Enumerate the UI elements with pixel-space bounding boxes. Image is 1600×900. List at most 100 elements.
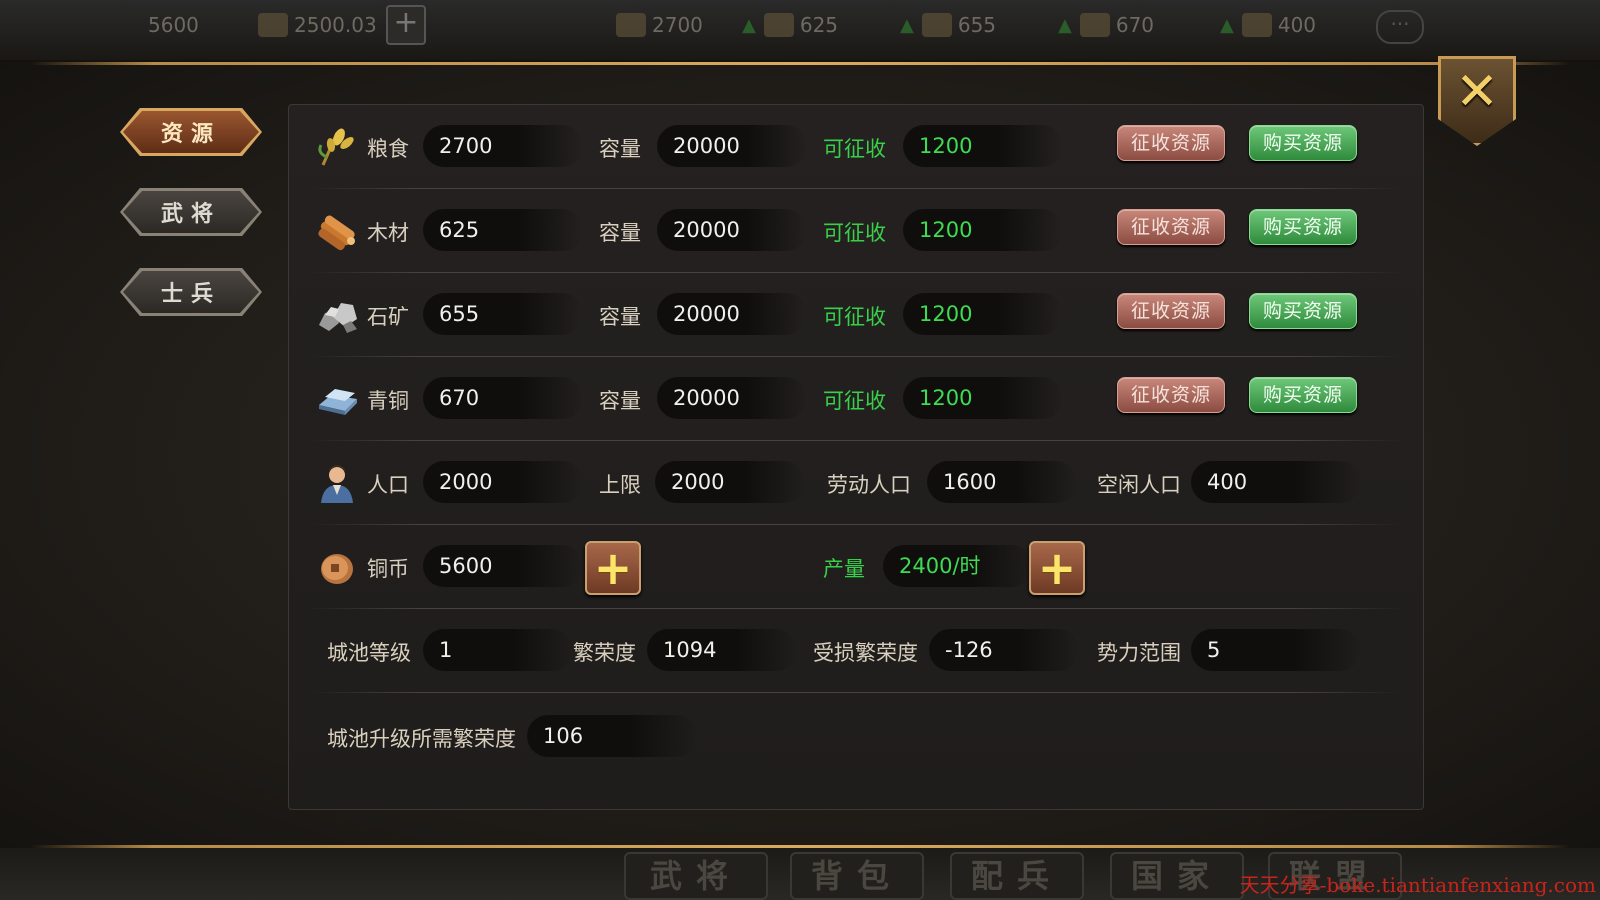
up-arrow-icon: ▲	[900, 14, 914, 36]
topbar-gold-value: 2500.03	[294, 13, 377, 37]
coin-row: 铜币 5600 + 产量 2400/时 +	[289, 525, 1423, 609]
resource-amount: 2700	[423, 125, 583, 167]
wood-icon	[763, 13, 794, 37]
gold-icon	[258, 13, 288, 37]
range-value: 5	[1191, 629, 1361, 671]
up-arrow-icon: ▲	[1220, 14, 1234, 36]
bottom-nav-bag[interactable]: 背包	[790, 852, 924, 900]
buy-resource-button[interactable]: 购买资源	[1249, 293, 1357, 329]
close-icon: ✕	[1455, 62, 1499, 122]
resource-name: 木材	[367, 221, 409, 245]
city-level-label: 城池等级	[327, 641, 411, 665]
collectable-label: 可征收	[823, 221, 886, 245]
watermark: 天天分享-boke.tiantianfenxiang.com	[1239, 873, 1596, 897]
capacity-value: 20000	[657, 293, 807, 335]
collect-resource-button[interactable]: 征收资源	[1117, 293, 1225, 329]
wood-icon	[318, 215, 355, 251]
topbar-wood: ▲ 625	[742, 10, 838, 40]
output-label: 产量	[823, 557, 865, 581]
limit-label: 上限	[599, 473, 641, 497]
topbar-population-value: 400	[1277, 13, 1317, 37]
topbar-food-value: 2700	[652, 13, 703, 37]
topbar-add[interactable]: +	[386, 5, 426, 45]
coin-icon	[321, 554, 353, 584]
upgrade-row: 城池升级所需繁荣度 106	[289, 695, 1423, 779]
bottom-nav-troops[interactable]: 配兵	[950, 852, 1084, 900]
grain-icon	[616, 13, 646, 37]
damaged-prosperity-value: -126	[929, 629, 1079, 671]
city-row: 城池等级 1 繁荣度 1094 受损繁荣度 -126 势力范围 5	[289, 609, 1423, 693]
city-level-value: 1	[423, 629, 573, 671]
collectable-value: 1200	[903, 125, 1063, 167]
collectable-label: 可征收	[823, 389, 886, 413]
plus-icon: +	[1037, 541, 1077, 595]
capacity-label: 容量	[599, 389, 641, 413]
resource-name: 粮食	[367, 137, 409, 161]
topbar-population: ▲ 400	[1220, 10, 1316, 40]
capacity-value: 20000	[657, 209, 807, 251]
add-output-button[interactable]: +	[1029, 541, 1085, 595]
tab-resources[interactable]: 资源	[120, 108, 262, 156]
tab-generals[interactable]: 武将	[120, 188, 262, 236]
tab-label: 士兵	[123, 271, 259, 313]
divider	[30, 845, 1570, 848]
capacity-label: 容量	[599, 137, 641, 161]
buy-resource-button[interactable]: 购买资源	[1249, 209, 1357, 245]
collectable-label: 可征收	[823, 305, 886, 329]
resource-row-bronze: 青铜 670 容量 20000 可征收 1200 征收资源 购买资源	[289, 357, 1423, 441]
topbar-bronze-value: 670	[1115, 13, 1155, 37]
collect-resource-button[interactable]: 征收资源	[1117, 209, 1225, 245]
resource-amount: 655	[423, 293, 583, 335]
range-label: 势力范围	[1097, 641, 1181, 665]
topbar-stone: ▲ 655	[900, 10, 996, 40]
bronze-icon	[319, 389, 357, 415]
stone-icon	[319, 303, 357, 333]
resource-amount: 670	[423, 377, 583, 419]
up-arrow-icon: ▲	[742, 14, 756, 36]
collectable-value: 1200	[903, 293, 1063, 335]
bottom-nav-generals[interactable]: 武将	[624, 852, 768, 900]
top-bar-items: 5600 2500.03 + 2700 ▲ 625 ▲ 655 ▲ 670 ▲ 400 …	[0, 0, 1600, 52]
plus-icon: +	[593, 541, 633, 595]
buy-resource-button[interactable]: 购买资源	[1249, 377, 1357, 413]
more-button[interactable]: ···	[1376, 10, 1424, 44]
divider	[30, 62, 1570, 65]
labor-label: 劳动人口	[827, 473, 911, 497]
output-value: 2400/时	[883, 545, 1033, 587]
population-value: 2000	[423, 461, 583, 503]
divider	[309, 692, 1403, 693]
labor-value: 1600	[927, 461, 1077, 503]
prosperity-value: 1094	[647, 629, 797, 671]
buy-resource-button[interactable]: 购买资源	[1249, 125, 1357, 161]
resource-panel: 粮食 2700 容量 20000 可征收 1200 征收资源 购买资源 木材 6…	[288, 104, 1424, 810]
limit-value: 2000	[655, 461, 805, 503]
capacity-label: 容量	[599, 221, 641, 245]
coin-value: 5600	[423, 545, 583, 587]
person-icon	[1241, 13, 1272, 37]
upgrade-value: 106	[527, 715, 697, 757]
prosperity-label: 繁荣度	[573, 641, 636, 665]
capacity-value: 20000	[657, 377, 807, 419]
topbar-copper: 5600	[148, 10, 199, 40]
capacity-label: 容量	[599, 305, 641, 329]
upgrade-label: 城池升级所需繁荣度	[327, 727, 516, 751]
population-row: 人口 2000 上限 2000 劳动人口 1600 空闲人口 400	[289, 441, 1423, 525]
tab-soldiers[interactable]: 士兵	[120, 268, 262, 316]
resource-name: 石矿	[367, 305, 409, 329]
resource-row-stone: 石矿 655 容量 20000 可征收 1200 征收资源 购买资源	[289, 273, 1423, 357]
bottom-nav-country[interactable]: 国家	[1110, 852, 1244, 900]
add-coins-button[interactable]: +	[585, 541, 641, 595]
collectable-value: 1200	[903, 209, 1063, 251]
collect-resource-button[interactable]: 征收资源	[1117, 377, 1225, 413]
grain-icon	[318, 128, 354, 166]
idle-value: 400	[1191, 461, 1361, 503]
topbar-copper-value: 5600	[148, 13, 199, 37]
idle-label: 空闲人口	[1097, 473, 1181, 497]
topbar-stone-value: 655	[957, 13, 997, 37]
topbar-food: 2700	[616, 10, 703, 40]
up-arrow-icon: ▲	[1058, 14, 1072, 36]
population-label: 人口	[367, 473, 409, 497]
collect-resource-button[interactable]: 征收资源	[1117, 125, 1225, 161]
plus-icon[interactable]: +	[386, 5, 426, 45]
stone-icon	[921, 13, 952, 37]
